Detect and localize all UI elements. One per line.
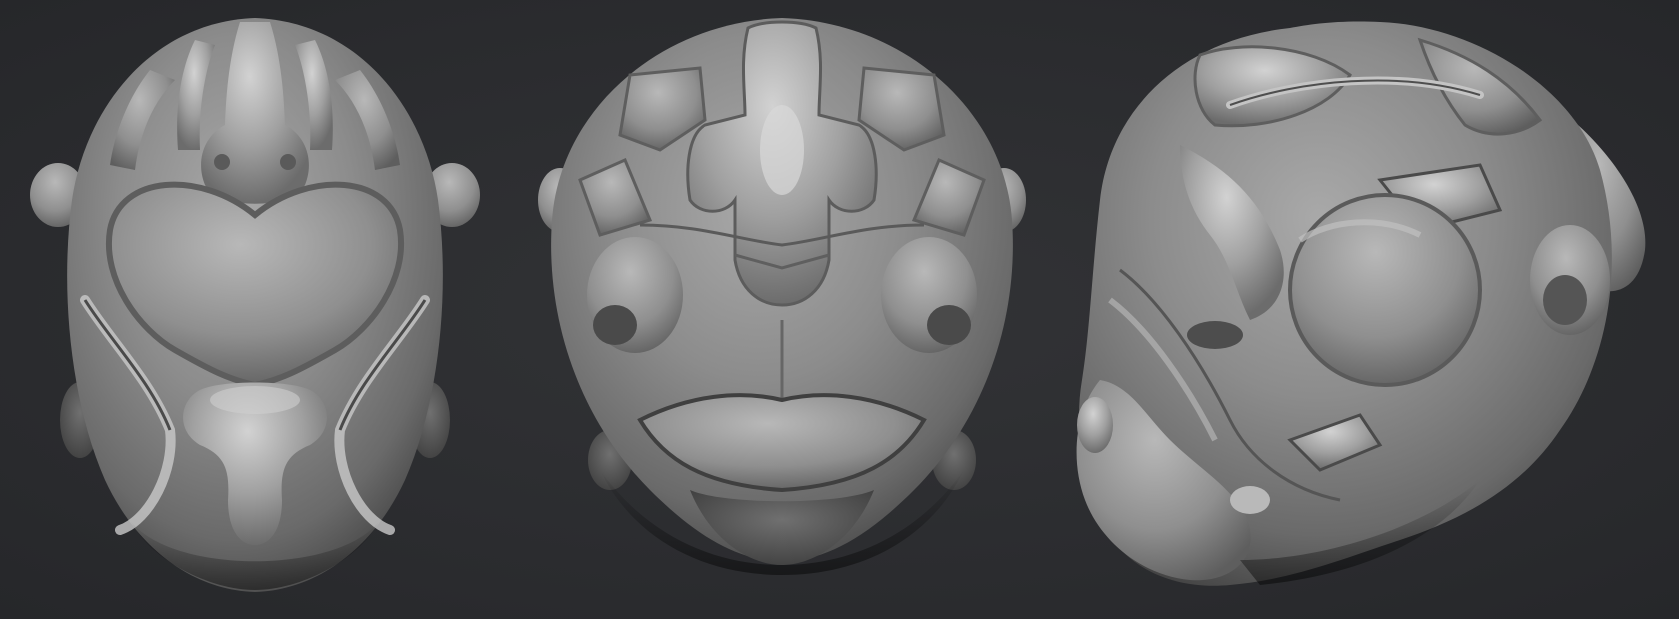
head-front-view [538,18,1026,575]
crest-highlight [760,105,804,195]
render-canvas [30,18,1646,592]
crest-nostril-right [280,154,296,170]
sculpt-viewport [0,0,1679,619]
nose-knob-3q [1230,486,1270,514]
muzzle-bump-3q [1077,397,1113,453]
cheek-socket-left [593,305,637,345]
chin-front [690,490,874,565]
crest-nostril-left [214,154,230,170]
cheek-socket-right [927,305,971,345]
eye-socket-3q [1187,321,1243,349]
ear-socket-3q [1543,275,1587,325]
head-top-view [30,18,480,592]
snout-highlight [210,386,300,414]
head-three-quarter-view [1076,21,1646,586]
